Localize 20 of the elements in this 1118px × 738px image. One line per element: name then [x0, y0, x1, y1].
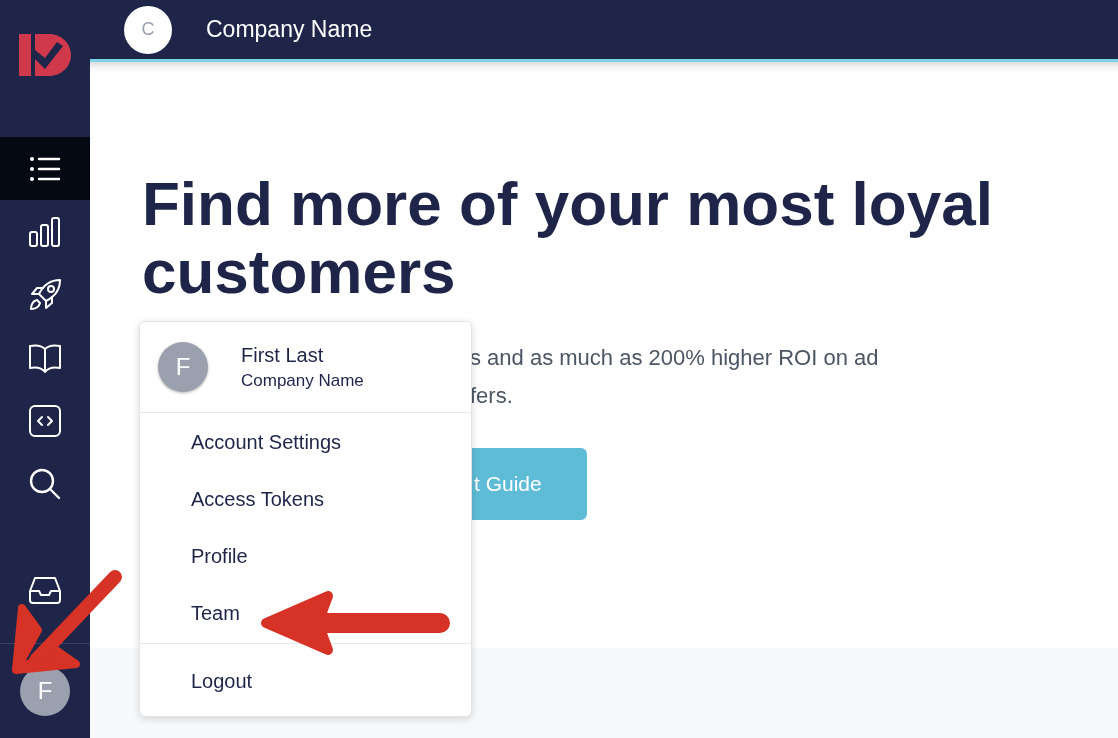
user-name: First Last — [241, 343, 325, 367]
menu-item[interactable]: Account Settings — [140, 414, 471, 471]
code-icon — [29, 404, 61, 437]
search-icon — [29, 467, 61, 500]
inbox-icon — [28, 574, 62, 605]
company-name: Company Name — [241, 370, 364, 391]
list-icon — [29, 155, 61, 182]
bar-chart-icon — [29, 216, 61, 247]
company-name: Company Name — [206, 16, 373, 43]
logo-icon — [19, 34, 71, 76]
user-avatar: F — [158, 342, 208, 392]
page-heading: Find more of your most loyal customers — [142, 170, 994, 307]
menu-item[interactable]: Access Tokens — [140, 471, 471, 528]
book-icon — [28, 342, 62, 373]
sidebar-item[interactable] — [0, 137, 90, 200]
rocket-icon — [28, 277, 62, 312]
menu-item[interactable]: Logout — [140, 645, 471, 715]
description-text: fers. — [470, 382, 514, 411]
menu-item[interactable]: Profile — [140, 528, 471, 585]
menu-item[interactable]: Team — [140, 585, 471, 642]
